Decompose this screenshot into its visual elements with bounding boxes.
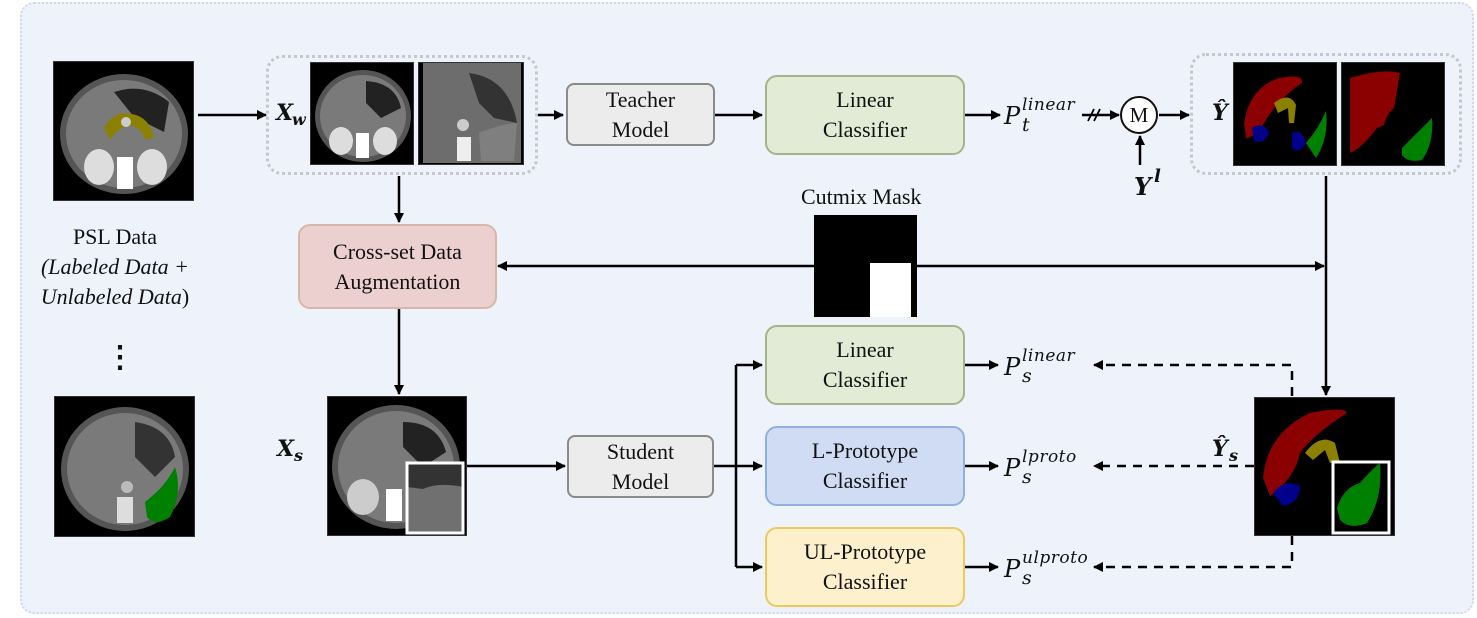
psl-data-subtitle-1: (Labeled Data + [40, 254, 190, 279]
yl-label: Yl [1134, 166, 1161, 201]
cross-set-augmentation-box: Cross-set Data Augmentation [298, 224, 497, 309]
segmentation-mask-graphic [1350, 71, 1433, 161]
pt-main: P [1004, 102, 1021, 130]
teacher-model-line-1: Teacher [605, 86, 676, 112]
ps-lproto-sup: lproto [1022, 447, 1077, 467]
ul-prototype-classifier-box: UL-Prototype Classifier [765, 527, 965, 607]
pt-sup: linear [1022, 95, 1076, 115]
psl-data-title: PSL Data [72, 224, 158, 249]
student-model-line-1: Student [606, 438, 675, 464]
merge-operator: M [1120, 96, 1158, 134]
teacher-linear-line-2: Classifier [822, 117, 908, 142]
xw-ct-image-1 [310, 62, 414, 165]
xw-ct-image-2 [418, 62, 524, 165]
lproto-line-2: Classifier [822, 468, 908, 493]
ps-lproto-label: Plproto s [1004, 447, 1076, 488]
psl-ct-image-spleen [54, 396, 195, 537]
pseudo-label-mask-2 [1341, 62, 1445, 166]
teacher-linear-line-1: Linear [836, 87, 894, 112]
yl-sup: l [1154, 166, 1162, 187]
xw-main: X [276, 100, 294, 126]
l-prototype-classifier-box: L-Prototype Classifier [765, 426, 965, 506]
segmentation-mask-graphic [1263, 409, 1391, 535]
ys-main: Ŷ [1212, 436, 1228, 462]
cutmix-mask-label: Cutmix Mask [801, 184, 922, 209]
ct-scan-graphic [332, 405, 465, 535]
segmentation-mask-graphic [1244, 76, 1327, 158]
ps-ulproto-label: Pulproto s [1004, 548, 1088, 589]
ps-lproto-main: P [1004, 454, 1021, 482]
ys-label: Ŷs [1212, 436, 1238, 465]
pseudo-label-mask-1 [1233, 62, 1337, 166]
xs-main: X [277, 436, 295, 462]
xs-mixed-ct-image [327, 396, 467, 536]
student-model-line-2: Model [611, 468, 670, 494]
psl-unlabeled-text: Unlabeled Data [40, 284, 182, 309]
cutmix-mask-image [814, 215, 917, 317]
teacher-model-line-2: Model [611, 116, 670, 142]
ps-linear-label: Plinear s [1004, 346, 1075, 387]
ct-scan-graphic [60, 74, 188, 194]
ct-scan-graphic [315, 70, 411, 162]
teacher-linear-classifier-box: Linear Classifier [765, 75, 965, 155]
cutmix-mask-region [870, 263, 911, 317]
psl-ct-image-pancreas [53, 61, 194, 201]
ps-lproto-sub: s [1022, 466, 1032, 488]
ulproto-line-1: UL-Prototype [803, 539, 927, 564]
psl-close-paren: ) [181, 284, 190, 309]
student-linear-line-1: Linear [836, 337, 894, 362]
ct-scan-graphic [61, 407, 189, 531]
ps-linear-sup: linear [1022, 346, 1076, 366]
student-linear-classifier-box: Linear Classifier [765, 325, 965, 405]
student-model-box: Student Model [567, 435, 714, 498]
augmentation-line-1: Cross-set Data [333, 238, 462, 264]
ellipsis-icon: ⋮ [105, 341, 135, 374]
ps-ulproto-main: P [1004, 555, 1021, 583]
yhat-label: Ŷ [1212, 100, 1228, 126]
ps-ulproto-sup: ulproto [1022, 548, 1089, 568]
ps-ulproto-sub: s [1022, 567, 1032, 589]
student-linear-line-2: Classifier [822, 367, 908, 392]
dashed-ys-to-ps-linear [1093, 360, 1294, 396]
xs-sub: s [294, 446, 304, 465]
ct-scan-graphic [423, 63, 521, 163]
ys-sub: s [1229, 446, 1239, 465]
augmentation-line-2: Augmentation [334, 268, 461, 294]
psl-data-caption: PSL Data (Labeled Data + Unlabeled Data) [30, 222, 200, 312]
pt-sub: t [1022, 114, 1030, 136]
xw-label: Xw [276, 100, 306, 129]
ps-linear-main: P [1004, 353, 1021, 381]
yl-main: Y [1134, 172, 1152, 201]
ulproto-line-2: Classifier [822, 569, 908, 594]
lproto-line-1: L-Prototype [811, 438, 919, 463]
ps-linear-sub: s [1022, 365, 1032, 387]
pt-linear-label: Plinear t [1004, 95, 1075, 136]
xs-label: Xs [277, 436, 303, 465]
mixed-pseudo-label-mask [1254, 397, 1395, 536]
xw-sub: w [292, 110, 306, 129]
psl-data-subtitle-2: Unlabeled Data) [30, 282, 200, 312]
dashed-ys-to-ps-ulproto [1093, 536, 1294, 572]
teacher-model-box: Teacher Model [566, 83, 715, 146]
